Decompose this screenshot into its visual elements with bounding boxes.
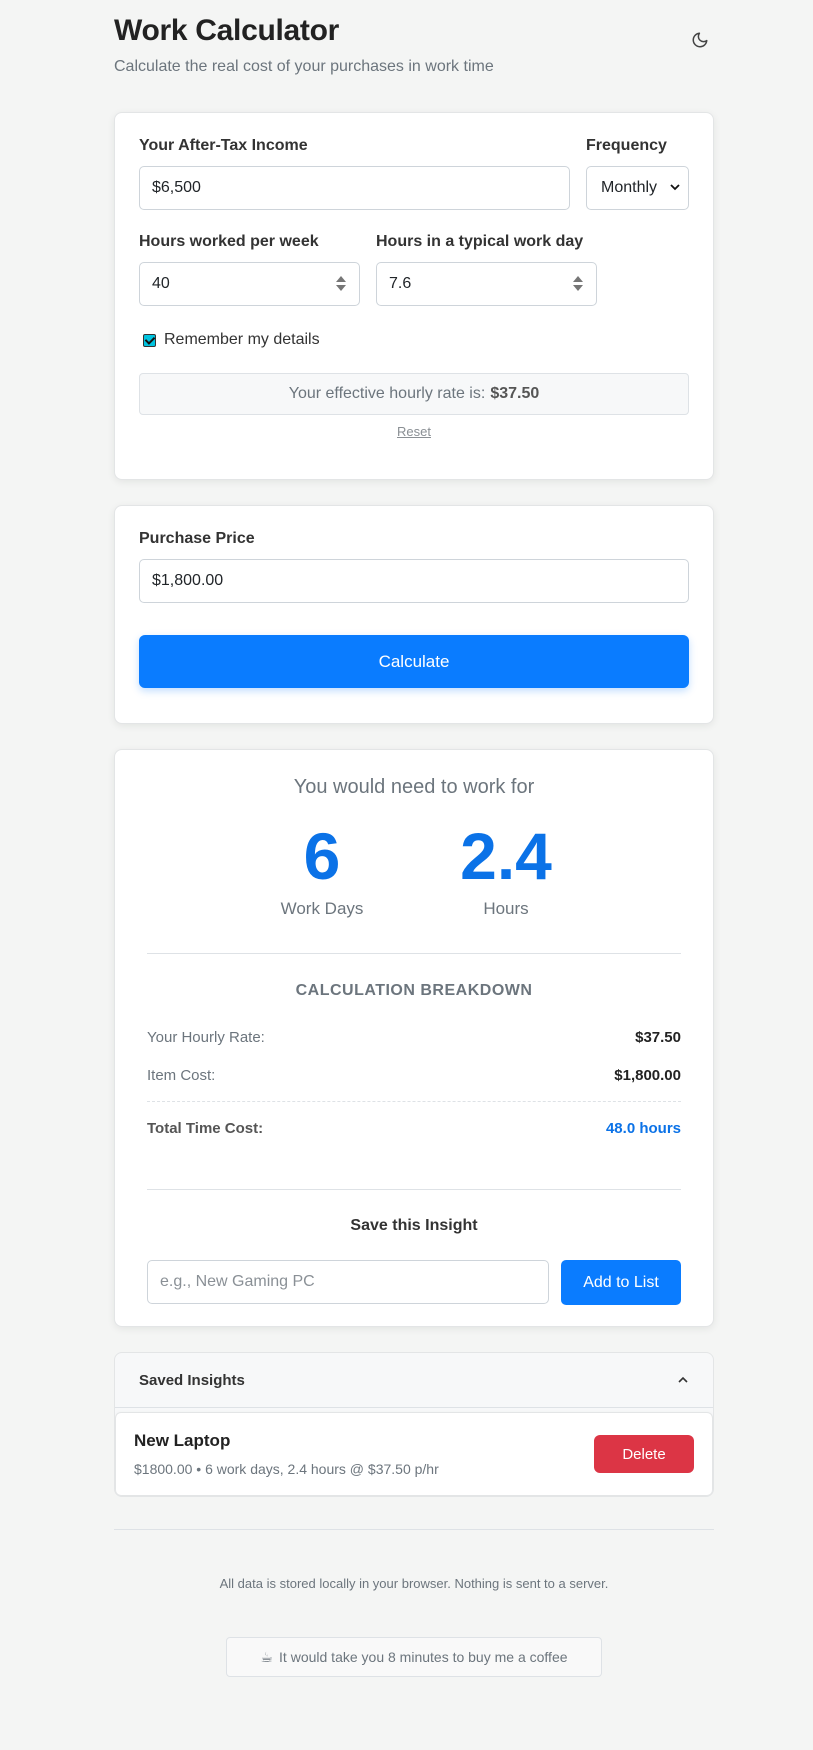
work-days-value: 6 xyxy=(303,819,341,893)
divider xyxy=(147,953,681,954)
income-label: Your After-Tax Income xyxy=(139,137,308,154)
hours-week-value: 40 xyxy=(152,275,170,292)
chevron-down-icon xyxy=(670,182,680,195)
footer-note: All data is stored locally in your brows… xyxy=(219,1576,609,1591)
saved-insights-title: Saved Insights xyxy=(139,1371,245,1389)
breakdown-label: Item Cost: xyxy=(147,1067,216,1084)
dashed-divider xyxy=(147,1101,681,1102)
hourly-rate-text: Your effective hourly rate is: xyxy=(288,385,486,402)
hours-day-input[interactable]: 7.6 xyxy=(376,262,597,306)
reset-link[interactable]: Reset xyxy=(139,424,689,439)
save-insight-title: Save this Insight xyxy=(350,1217,478,1234)
result-numbers: 6 Work Days 2.4 Hours xyxy=(147,819,681,919)
remember-row: Remember my details xyxy=(139,331,689,349)
total-time-label: Total Time Cost: xyxy=(147,1120,264,1137)
hours-unit: Hours xyxy=(483,899,529,918)
moon-icon xyxy=(692,32,708,48)
frequency-label: Frequency xyxy=(586,137,667,154)
hours-value: 2.4 xyxy=(460,819,552,893)
income-card: Your After-Tax Income $6,500 Frequency M… xyxy=(114,112,714,480)
result-card: You would need to work for 6 Work Days 2… xyxy=(114,749,714,1327)
hours-day-value: 7.6 xyxy=(389,275,412,292)
hourly-rate-value: $37.50 xyxy=(490,385,540,402)
page-subtitle: Calculate the real cost of your purchase… xyxy=(114,58,494,75)
saved-insights-header[interactable]: Saved Insights xyxy=(115,1353,713,1408)
breakdown-row: Your Hourly Rate: $37.50 xyxy=(147,1029,681,1046)
total-time-value: 48.0 hours xyxy=(605,1120,681,1137)
purchase-price-input[interactable]: $1,800.00 xyxy=(139,559,689,603)
buy-coffee-button[interactable]: ☕ It would take you 8 minutes to buy me … xyxy=(226,1637,602,1677)
hours-day-label: Hours in a typical work day xyxy=(376,233,584,250)
calculate-button[interactable]: Calculate xyxy=(139,635,689,688)
work-days-result: 6 Work Days xyxy=(274,819,370,919)
remember-label[interactable]: Remember my details xyxy=(164,331,320,349)
save-insight-row: Add to List xyxy=(147,1260,681,1305)
hours-week-input[interactable]: 40 xyxy=(139,262,360,306)
page-header: Work Calculator Calculate the real cost … xyxy=(114,0,714,112)
frequency-value: Monthly xyxy=(601,179,658,196)
purchase-card: Purchase Price $1,800.00 Calculate xyxy=(114,505,714,724)
breakdown-row: Item Cost: $1,800.00 xyxy=(147,1067,681,1084)
theme-toggle-button[interactable] xyxy=(686,26,714,54)
income-input[interactable]: $6,500 xyxy=(139,166,570,210)
saved-insight-name: New Laptop xyxy=(134,1431,231,1450)
footer-divider xyxy=(114,1529,714,1530)
purchase-price-label: Purchase Price xyxy=(139,530,255,547)
hours-week-label: Hours worked per week xyxy=(139,233,319,250)
number-spinner-icon[interactable] xyxy=(336,276,346,291)
breakdown-title: CALCULATION BREAKDOWN xyxy=(295,982,533,999)
page-title: Work Calculator xyxy=(114,14,339,47)
saved-insight-item: New Laptop $1800.00 • 6 work days, 2.4 h… xyxy=(115,1412,713,1496)
coffee-text: It would take you 8 minutes to buy me a … xyxy=(279,1649,568,1665)
remember-checkbox[interactable] xyxy=(143,333,156,347)
result-lead: You would need to work for xyxy=(293,776,535,798)
number-spinner-icon[interactable] xyxy=(573,276,583,291)
hourly-rate-box: Your effective hourly rate is: $37.50 xyxy=(139,373,689,415)
total-time-row: Total Time Cost: 48.0 hours xyxy=(147,1120,681,1137)
divider xyxy=(147,1189,681,1190)
breakdown-value: $37.50 xyxy=(635,1029,681,1046)
work-days-unit: Work Days xyxy=(280,899,364,918)
chevron-up-icon[interactable] xyxy=(677,1374,689,1386)
delete-button[interactable]: Delete xyxy=(594,1435,694,1473)
app-container: Work Calculator Calculate the real cost … xyxy=(114,0,714,1677)
insight-name-input[interactable] xyxy=(147,1260,549,1304)
breakdown-label: Your Hourly Rate: xyxy=(147,1029,265,1046)
hours-result: 2.4 Hours xyxy=(458,819,554,919)
breakdown-value: $1,800.00 xyxy=(614,1067,681,1084)
add-to-list-button[interactable]: Add to List xyxy=(561,1260,681,1305)
frequency-select[interactable]: Monthly xyxy=(586,166,689,210)
saved-insight-detail: $1800.00 • 6 work days, 2.4 hours @ $37.… xyxy=(134,1461,439,1477)
saved-insights-panel: Saved Insights New Laptop $1800.00 • 6 w… xyxy=(114,1352,714,1497)
coffee-icon: ☕ xyxy=(260,1648,274,1665)
